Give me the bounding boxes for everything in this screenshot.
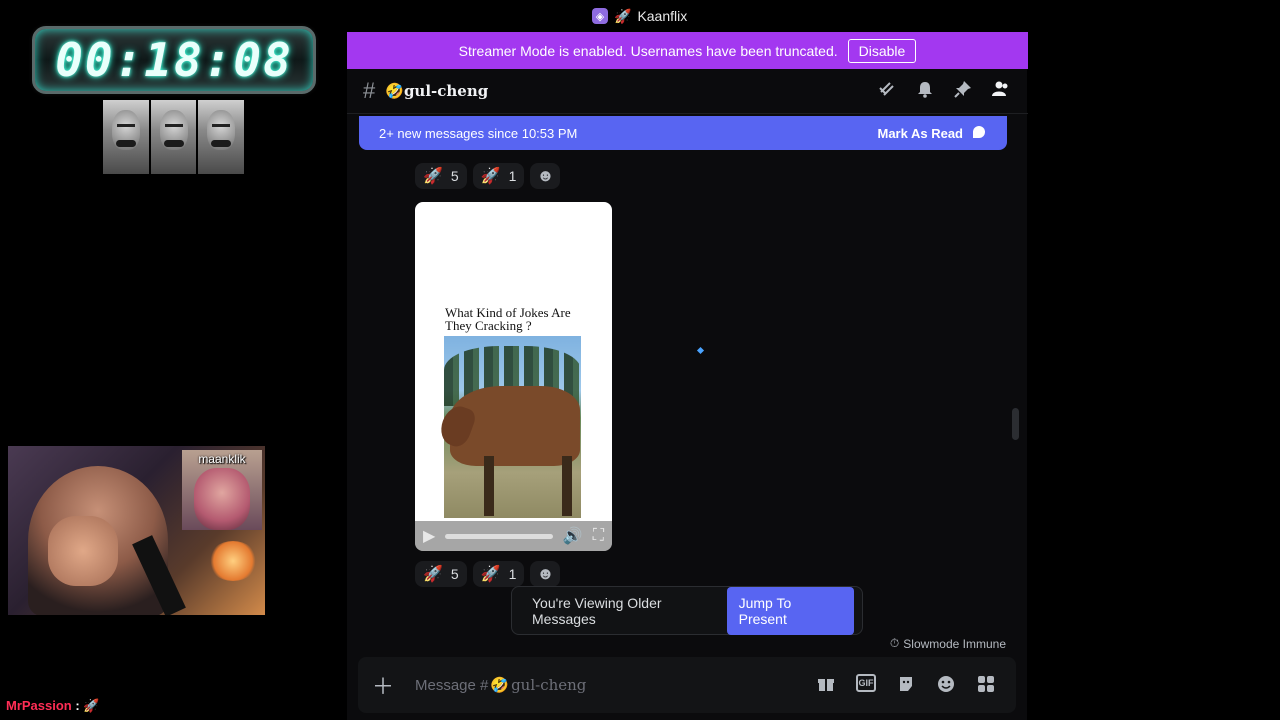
volume-icon[interactable]: 🔊: [563, 526, 583, 546]
stream-timer: 00:18:08: [32, 26, 316, 94]
mark-as-read-label: Mark As Read: [877, 125, 964, 141]
banner-text: Streamer Mode is enabled. Usernames have…: [458, 42, 838, 59]
channel-hash-icon: #: [363, 78, 376, 103]
seek-bar[interactable]: [445, 533, 553, 539]
reaction-rocket-pink[interactable]: 🚀 1: [472, 561, 525, 587]
slowmode-text: Slowmode Immune: [903, 636, 1006, 651]
bell-icon[interactable]: [916, 80, 934, 98]
reactions-top: 🚀 5 🚀 1 ☻: [415, 163, 561, 189]
app-titlebar: ◈ 🚀 Kaanflix: [592, 6, 687, 26]
placeholder-channel: gul-cheng: [511, 676, 587, 694]
rocket-teal-icon: 🚀: [423, 566, 443, 583]
stopwatch-icon: ⏱: [889, 636, 900, 650]
add-attachment-icon[interactable]: ＋: [372, 674, 394, 699]
reaction-rocket[interactable]: 🚀 5: [415, 561, 467, 587]
channel-title: 🤣gul-cheng: [385, 82, 488, 100]
slowmode-indicator: ⏱ Slowmode Immune: [890, 636, 1006, 651]
smiley-icon: ☻: [536, 564, 555, 583]
rocket-pink-icon: 🚀: [480, 566, 501, 583]
chat-username: MrPassion: [6, 698, 72, 713]
older-messages-text: You're Viewing Older Messages: [532, 594, 662, 627]
channel-header: # 🤣gul-cheng: [347, 69, 1028, 114]
webcam-pip: maanklik: [182, 450, 262, 530]
placeholder-emoji: 🤣: [490, 677, 510, 694]
mark-as-read-button[interactable]: Mark As Read: [878, 124, 988, 143]
reaction-rocket[interactable]: 🚀 5: [415, 163, 467, 189]
chat-separator: :: [75, 698, 80, 713]
reactions-bottom: 🚀 5 🚀 1 ☻: [415, 561, 561, 587]
disable-button[interactable]: Disable: [847, 38, 917, 63]
face-image: [103, 100, 149, 174]
members-icon[interactable]: [992, 80, 1010, 98]
stream-chat-line: MrPassion : 🚀: [6, 698, 100, 714]
video-attachment[interactable]: What Kind of Jokes Are They Cracking ? ▶…: [415, 202, 612, 551]
new-messages-bar[interactable]: 2+ new messages since 10:53 PM Mark As R…: [359, 116, 1007, 150]
timer-digits: 00:18:08: [55, 33, 293, 87]
reaction-count: 5: [450, 168, 459, 184]
fullscreen-icon[interactable]: ⛶: [593, 527, 604, 545]
jump-to-present-button[interactable]: Jump To Present: [726, 586, 854, 635]
scrollbar-thumb[interactable]: [1012, 408, 1019, 440]
threads-icon[interactable]: [878, 80, 896, 98]
older-messages-bar: You're Viewing Older Messages Jump To Pr…: [511, 586, 863, 635]
face-image: [198, 100, 245, 174]
pip-label: maanklik: [198, 452, 246, 466]
face-image: [150, 100, 197, 174]
add-reaction-button[interactable]: ☻: [530, 561, 561, 587]
rocket-pink-icon: 🚀: [480, 168, 501, 185]
emoji-icon[interactable]: [936, 674, 956, 694]
message-input[interactable]: Message # 🤣 gul-cheng: [415, 676, 586, 694]
video-controls: ▶ 🔊 ⛶: [415, 521, 612, 551]
mark-read-icon: [971, 124, 987, 143]
rocket-emote-icon: 🚀: [83, 698, 100, 713]
reaction-rocket-pink[interactable]: 🚀 1: [472, 163, 525, 189]
gift-icon[interactable]: [816, 674, 836, 694]
apps-icon[interactable]: [976, 674, 996, 694]
message-composer[interactable]: ＋ Message # 🤣 gul-cheng GIF: [358, 657, 1016, 713]
streamer-mode-banner: Streamer Mode is enabled. Usernames have…: [347, 32, 1028, 69]
mouse-cursor-icon: [696, 346, 705, 355]
rocket-icon: 🚀: [614, 7, 632, 24]
video-caption: What Kind of Jokes Are They Cracking ?: [445, 305, 571, 333]
app-name: Kaanflix: [637, 8, 688, 24]
gif-icon[interactable]: GIF: [856, 674, 876, 692]
channel-emoji: 🤣: [385, 82, 404, 100]
reaction-count: 5: [450, 566, 459, 582]
discord-window: Streamer Mode is enabled. Usernames have…: [347, 32, 1028, 720]
placeholder-prefix: Message #: [415, 676, 489, 694]
pin-icon[interactable]: [954, 80, 972, 98]
rocket-teal-icon: 🚀: [423, 168, 443, 185]
channel-name: gul-cheng: [403, 82, 489, 100]
play-icon[interactable]: ▶: [423, 526, 435, 546]
horse-image: [436, 336, 581, 518]
smiley-icon: ☻: [536, 166, 555, 185]
discord-nitro-icon: ◈: [592, 8, 608, 24]
reaction-count: 1: [508, 168, 517, 184]
new-messages-text: 2+ new messages since 10:53 PM: [379, 125, 578, 141]
add-reaction-button[interactable]: ☻: [530, 163, 561, 189]
sticker-icon[interactable]: [896, 674, 916, 694]
overlay-faces: [103, 100, 245, 174]
reaction-count: 1: [508, 566, 517, 582]
